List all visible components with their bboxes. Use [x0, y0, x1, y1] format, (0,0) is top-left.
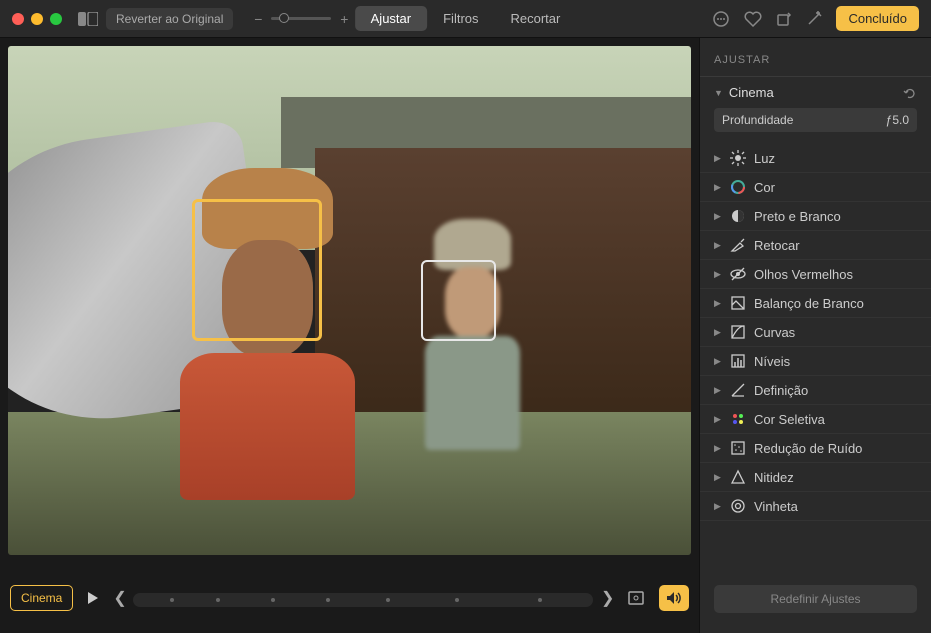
chevron-down-icon[interactable]: ▼	[714, 88, 723, 98]
reset-adjustments-button[interactable]: Redefinir Ajustes	[714, 585, 917, 613]
focus-box-primary[interactable]	[192, 199, 322, 342]
zoom-slider[interactable]	[271, 17, 331, 20]
fullscreen-window[interactable]	[50, 13, 62, 25]
adjust-label: Curvas	[754, 325, 795, 340]
adjust-icon	[730, 208, 746, 224]
adjust-label: Preto e Branco	[754, 209, 841, 224]
adjust-item-curvas[interactable]: ▶ Curvas	[700, 318, 931, 347]
zoom-out-button[interactable]: −	[251, 11, 265, 27]
depth-control[interactable]: Profundidade ƒ5.0	[714, 108, 917, 132]
edit-mode-tabs: Ajustar Filtros Recortar	[355, 6, 577, 31]
favorite-icon[interactable]	[744, 11, 762, 27]
trim-end-handle[interactable]: ❯	[601, 588, 613, 608]
adjust-icon	[730, 179, 746, 195]
minimize-window[interactable]	[31, 13, 43, 25]
adjust-icon	[730, 353, 746, 369]
cinema-mode-button[interactable]: Cinema	[10, 585, 73, 611]
depth-label: Profundidade	[722, 113, 793, 127]
adjust-icon	[730, 498, 746, 514]
chevron-right-icon: ▶	[714, 298, 722, 309]
adjust-label: Definição	[754, 383, 808, 398]
adjust-label: Redução de Ruído	[754, 441, 862, 456]
chevron-right-icon: ▶	[714, 211, 722, 222]
adjust-label: Balanço de Branco	[754, 296, 864, 311]
adjust-item-luz[interactable]: ▶ Luz	[700, 144, 931, 173]
adjust-item-definição[interactable]: ▶ Definição	[700, 376, 931, 405]
more-icon[interactable]	[712, 10, 730, 28]
adjust-item-vinheta[interactable]: ▶ Vinheta	[700, 492, 931, 521]
tab-filters[interactable]: Filtros	[427, 6, 494, 31]
chevron-right-icon: ▶	[714, 153, 722, 164]
adjust-label: Nitidez	[754, 470, 794, 485]
adjust-item-olhos-vermelhos[interactable]: ▶ Olhos Vermelhos	[700, 260, 931, 289]
volume-button[interactable]	[659, 585, 689, 611]
adjust-label: Vinheta	[754, 499, 798, 514]
chevron-right-icon: ▶	[714, 327, 722, 338]
adjust-item-nitidez[interactable]: ▶ Nitidez	[700, 463, 931, 492]
chevron-right-icon: ▶	[714, 356, 722, 367]
sidebar-toggle-icon[interactable]	[78, 10, 98, 28]
trim-start-handle[interactable]: ❮	[113, 588, 125, 608]
adjust-item-balanço-de-branco[interactable]: ▶ Balanço de Branco	[700, 289, 931, 318]
titlebar: Reverter ao Original − + Ajustar Filtros…	[0, 0, 931, 38]
revert-button[interactable]: Reverter ao Original	[106, 8, 233, 30]
adjust-item-níveis[interactable]: ▶ Níveis	[700, 347, 931, 376]
adjustments-list: ▶ Luz ▶ Cor ▶ Preto e Branco ▶ Retocar ▶ Olhos Ve…	[700, 140, 931, 575]
adjust-icon	[730, 469, 746, 485]
zoom-in-button[interactable]: +	[337, 11, 351, 27]
tab-adjust[interactable]: Ajustar	[355, 6, 427, 31]
play-button[interactable]	[81, 586, 105, 610]
tab-crop[interactable]: Recortar	[495, 6, 577, 31]
adjust-icon	[730, 440, 746, 456]
chevron-right-icon: ▶	[714, 385, 722, 396]
adjust-item-redução-de-ruído[interactable]: ▶ Redução de Ruído	[700, 434, 931, 463]
zoom-controls: − +	[251, 11, 351, 27]
adjust-icon	[730, 411, 746, 427]
rotate-icon[interactable]	[776, 11, 792, 27]
depth-value: ƒ5.0	[886, 113, 909, 127]
chevron-right-icon: ▶	[714, 443, 722, 454]
window-controls	[12, 13, 62, 25]
adjust-icon	[730, 150, 746, 166]
adjust-icon	[730, 382, 746, 398]
chevron-right-icon: ▶	[714, 182, 722, 193]
viewer-area: Cinema ❮ ❯	[0, 38, 699, 633]
focus-box-secondary[interactable]	[421, 260, 496, 341]
adjust-icon	[730, 237, 746, 253]
adjust-label: Cor	[754, 180, 775, 195]
adjust-label: Níveis	[754, 354, 790, 369]
adjust-label: Olhos Vermelhos	[754, 267, 853, 282]
adjust-item-retocar[interactable]: ▶ Retocar	[700, 231, 931, 260]
chevron-right-icon: ▶	[714, 472, 722, 483]
adjust-icon	[730, 295, 746, 311]
done-button[interactable]: Concluído	[836, 6, 919, 31]
auto-enhance-icon[interactable]	[806, 11, 822, 27]
adjust-icon	[730, 324, 746, 340]
adjust-item-preto-e-branco[interactable]: ▶ Preto e Branco	[700, 202, 931, 231]
chevron-right-icon: ▶	[714, 269, 722, 280]
adjust-item-cor-seletiva[interactable]: ▶ Cor Seletiva	[700, 405, 931, 434]
reset-cinema-icon[interactable]	[903, 86, 917, 100]
chevron-right-icon: ▶	[714, 414, 722, 425]
video-canvas[interactable]	[8, 46, 691, 555]
adjust-label: Retocar	[754, 238, 800, 253]
cinema-section-label[interactable]: Cinema	[729, 85, 774, 100]
scrubber-track[interactable]	[133, 593, 593, 607]
adjust-label: Luz	[754, 151, 775, 166]
adjust-icon	[730, 266, 746, 282]
chevron-right-icon: ▶	[714, 501, 722, 512]
focus-mode-button[interactable]	[621, 585, 651, 611]
adjust-sidebar: AJUSTAR ▼ Cinema Profundidade ƒ5.0 ▶Luz▶…	[699, 38, 931, 633]
adjust-label: Cor Seletiva	[754, 412, 825, 427]
timeline: Cinema ❮ ❯	[0, 563, 699, 633]
sidebar-header: AJUSTAR	[700, 48, 931, 77]
adjust-item-cor[interactable]: ▶ Cor	[700, 173, 931, 202]
chevron-right-icon: ▶	[714, 240, 722, 251]
close-window[interactable]	[12, 13, 24, 25]
